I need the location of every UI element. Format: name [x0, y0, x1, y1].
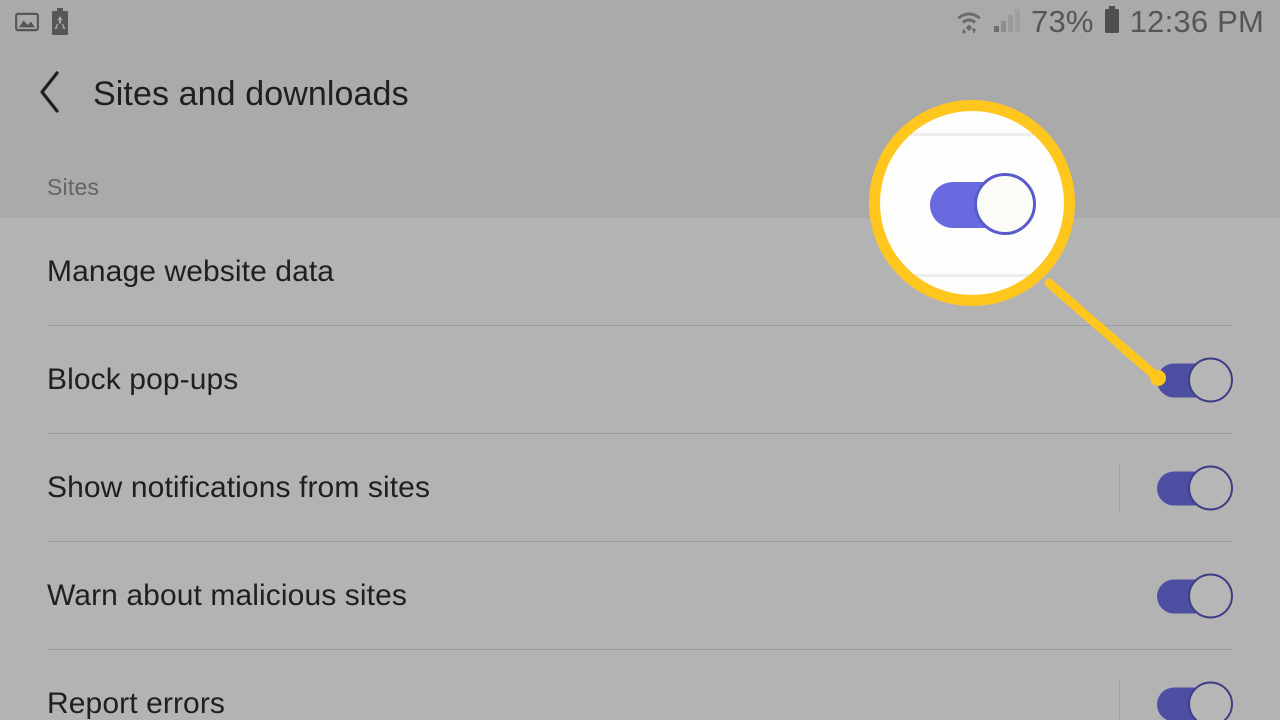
toggle-knob — [1188, 357, 1233, 403]
status-bar-left-icons — [14, 8, 70, 41]
magnified-divider-bottom — [904, 274, 1062, 277]
toggle-show-notifications-from-sites[interactable] — [1157, 465, 1233, 511]
battery-icon — [1103, 5, 1121, 40]
list-item-label: Warn about malicious sites — [47, 579, 407, 612]
magnified-divider-top — [904, 133, 1062, 136]
toggle-report-errors[interactable] — [1157, 681, 1233, 720]
list-item-label: Report errors — [47, 687, 226, 720]
toggle-knob — [1188, 681, 1233, 720]
list-item-manage-website-data[interactable]: Manage website data — [0, 218, 1280, 326]
list-item-report-errors[interactable]: Report errors — [0, 650, 1280, 720]
page-title: Sites and downloads — [93, 75, 409, 113]
gallery-icon — [14, 9, 40, 40]
battery-percent-label: 73% — [1031, 4, 1094, 39]
wifi-icon — [955, 5, 983, 40]
list-item-block-pop-ups[interactable]: Block pop-ups — [0, 326, 1280, 434]
magnified-toggle-knob — [974, 173, 1036, 235]
clock-label: 12:36 PM — [1129, 4, 1264, 39]
list-item-warn-about-malicious-sites[interactable]: Warn about malicious sites — [0, 542, 1280, 650]
chevron-left-icon — [36, 69, 64, 120]
settings-list: Manage website data Block pop-ups Show n… — [0, 218, 1280, 720]
phone-screen: 73% 12:36 PM Sites and downloads Sites M… — [0, 0, 1280, 720]
toggle-block-pop-ups[interactable] — [1157, 357, 1233, 403]
callout-magnifier — [869, 100, 1075, 306]
section-header-sites: Sites — [47, 174, 100, 200]
toggle-knob — [1188, 573, 1233, 619]
signal-icon — [992, 6, 1022, 39]
list-item-show-notifications-from-sites[interactable]: Show notifications from sites — [0, 434, 1280, 542]
battery-eco-icon — [50, 8, 70, 41]
toggle-knob — [1188, 465, 1233, 511]
app-header: Sites and downloads — [0, 48, 1280, 144]
status-bar-right-cluster: 73% 12:36 PM — [955, 2, 1264, 42]
toggle-warn-about-malicious-sites[interactable] — [1157, 573, 1233, 619]
row-vertical-separator — [1119, 681, 1120, 720]
back-button[interactable] — [28, 66, 72, 122]
status-bar: 73% 12:36 PM — [0, 0, 1280, 48]
list-item-label: Block pop-ups — [47, 363, 239, 396]
list-item-label: Show notifications from sites — [47, 471, 431, 504]
row-vertical-separator — [1119, 465, 1120, 511]
list-item-label: Manage website data — [47, 255, 335, 288]
magnified-toggle-switch[interactable] — [930, 173, 1036, 235]
